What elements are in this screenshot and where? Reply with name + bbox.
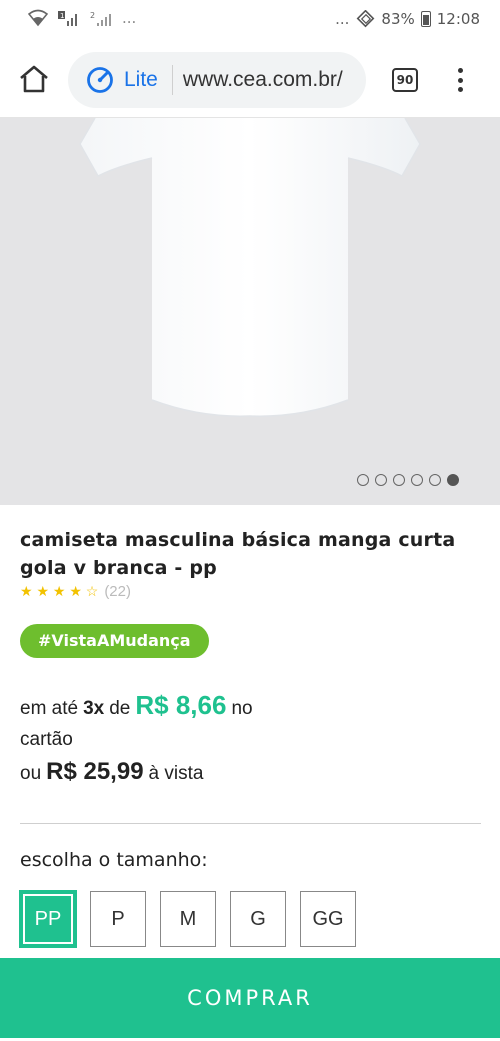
clock: 12:08 [436,10,480,28]
cash-suffix: à vista [148,763,204,784]
menu-dot [457,68,463,73]
installment-of: de [109,698,131,719]
installment-suffix: no [231,698,253,719]
buy-button[interactable]: COMPRAR [0,958,500,1038]
menu-dot [457,77,463,83]
status-left: 1 2 ... [28,9,136,27]
status-bar: 1 2 ... ... 83% 12:08 [0,0,500,40]
gallery-pagination [357,474,459,486]
divider [20,823,481,824]
size-option-gg[interactable]: GG [300,891,356,947]
signal-icon: 2 [90,11,111,26]
product-rating[interactable]: ★ ★ ★ ★ ☆ (22) [20,583,131,600]
size-option-m[interactable]: M [160,891,216,947]
product-title: camiseta masculina básica manga curta go… [20,529,456,579]
product-image-gallery[interactable] [0,118,500,505]
cash-value: R$ 25,99 [46,758,144,785]
signal-icon: 1 [58,11,77,26]
battery-icon [420,11,431,27]
gallery-dot[interactable] [411,474,423,486]
gallery-dot[interactable] [447,474,459,486]
svg-text:1: 1 [60,12,64,20]
product-image [79,118,421,417]
installments-count: 3x [83,698,105,719]
gallery-dot[interactable] [375,474,387,486]
sync-icon [357,10,375,28]
gallery-dot[interactable] [357,474,369,486]
status-more-right: ... [335,10,350,28]
home-icon[interactable] [18,64,50,94]
campaign-tag[interactable]: #VistaAMudança [20,624,209,658]
gallery-dot[interactable] [429,474,441,486]
rating-count: (22) [104,583,131,600]
menu-dot [457,87,463,92]
installment-price: em até 3x de R$ 8,66 no [20,690,253,721]
overflow-menu-icon[interactable] [452,66,468,94]
price-prefix: em até [20,698,79,719]
size-options: PP P M G GG [19,890,356,948]
status-more: ... [122,9,137,27]
address-bar[interactable]: Lite www.cea.com.br/ [68,52,366,108]
status-right: ... 83% 12:08 [335,10,480,28]
lite-gauge-icon [87,67,113,93]
size-selector-label: escolha o tamanho: [20,849,208,871]
installment-suffix-2: cartão [20,729,73,750]
browser-toolbar: Lite www.cea.com.br/ 90 [0,40,500,118]
wifi-icon [28,9,48,27]
cash-price: ou R$ 25,99 à vista [20,758,203,786]
installment-value: R$ 8,66 [135,690,227,720]
svg-text:2: 2 [90,11,95,20]
cash-prefix: ou [20,763,42,784]
size-option-pp[interactable]: PP [19,890,77,948]
url-separator [171,65,173,95]
battery-percent: 83% [381,10,415,28]
url-text[interactable]: www.cea.com.br/ [183,68,343,92]
rating-stars: ★ ★ ★ ★ ☆ [20,583,99,599]
lite-mode-label: Lite [124,68,158,91]
gallery-dot[interactable] [393,474,405,486]
tabs-icon[interactable]: 90 [392,68,418,92]
size-option-g[interactable]: G [230,891,286,947]
size-option-p[interactable]: P [90,891,146,947]
